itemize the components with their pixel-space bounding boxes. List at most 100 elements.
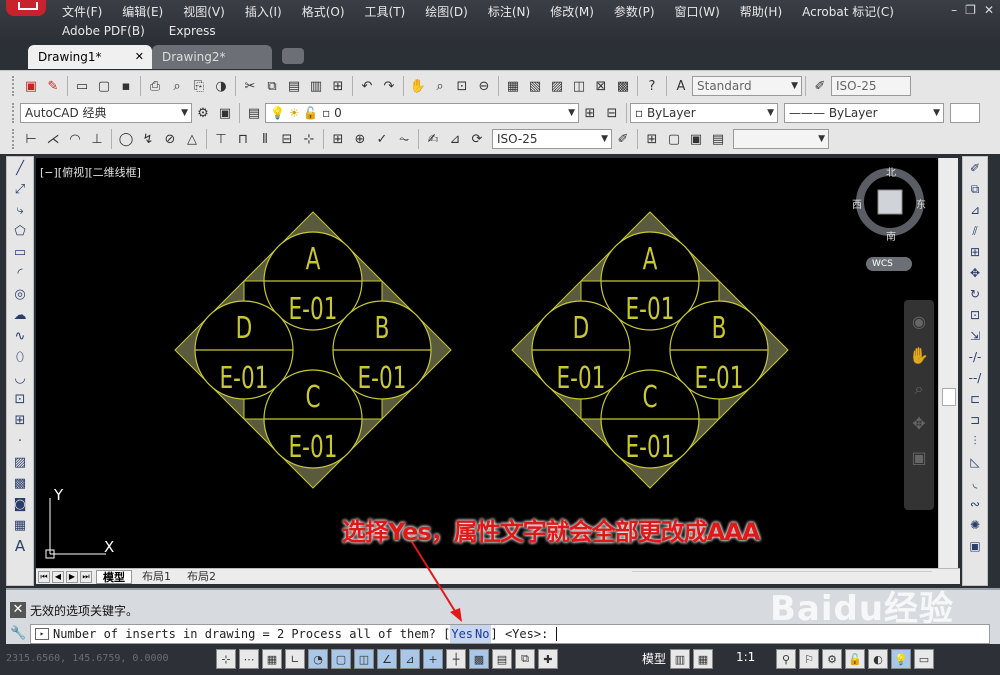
- menu-item[interactable]: 修改(M): [550, 3, 594, 20]
- arc-length-icon[interactable]: ◠: [66, 130, 84, 148]
- match-properties-icon[interactable]: ▥: [307, 77, 325, 95]
- snap-mode-icon[interactable]: ⋯: [239, 649, 259, 669]
- text-style-select[interactable]: Standard ▼: [692, 76, 802, 96]
- infer-constraints-icon[interactable]: ⊹: [216, 649, 236, 669]
- viewcube[interactable]: 北 南 东 西: [850, 162, 930, 243]
- attribute-tag-a[interactable]: A: [643, 243, 658, 277]
- layer-previous-icon[interactable]: ⊟: [603, 104, 621, 122]
- showmotion-icon[interactable]: ▣: [906, 444, 932, 470]
- copy-object-icon[interactable]: ⧉: [964, 179, 986, 199]
- menu-item[interactable]: 视图(V): [183, 3, 225, 20]
- tab-drawing1[interactable]: Drawing1* ✕: [28, 45, 152, 69]
- continue-icon[interactable]: ⫴: [256, 130, 274, 148]
- lineweight-icon[interactable]: ┼: [446, 649, 466, 669]
- rotate-icon[interactable]: ↻: [964, 284, 986, 304]
- toolbar-grip[interactable]: [12, 103, 16, 123]
- view-icon[interactable]: ▤: [709, 130, 727, 148]
- menu-item[interactable]: 插入(I): [245, 3, 282, 20]
- array-icon[interactable]: ⊞: [964, 242, 986, 262]
- dim-edit-icon[interactable]: ✍: [424, 130, 442, 148]
- layout-tab-1[interactable]: 布局1: [136, 570, 177, 584]
- break-icon[interactable]: ⊐: [964, 410, 986, 430]
- menu-item[interactable]: 参数(P): [614, 3, 655, 20]
- menu-item[interactable]: 工具(T): [365, 3, 406, 20]
- layer-select[interactable]: 💡 ☀ 🔓 ▫ 0 ▼: [265, 103, 579, 123]
- blend-icon[interactable]: ∾: [964, 494, 986, 514]
- dim-text-edit-icon[interactable]: ⊿: [446, 130, 464, 148]
- attribute-value[interactable]: E-01: [289, 293, 338, 327]
- close-icon[interactable]: ✕: [10, 602, 26, 618]
- attribute-value[interactable]: E-01: [626, 431, 675, 465]
- pdf-icon[interactable]: ▣: [22, 77, 40, 95]
- wcs-menu-button[interactable]: WCS: [866, 257, 912, 271]
- dim-style-select[interactable]: ISO-25: [831, 76, 911, 96]
- ellipse-arc-icon[interactable]: ◡: [8, 368, 32, 388]
- option-no[interactable]: No: [474, 625, 491, 643]
- option-yes[interactable]: Yes: [450, 625, 475, 643]
- hatch-icon[interactable]: ▨: [8, 452, 32, 472]
- tab-drawing2[interactable]: Drawing2*: [152, 45, 272, 69]
- 3d-dwf-icon[interactable]: ◑: [212, 77, 230, 95]
- save-icon[interactable]: ▪: [117, 77, 135, 95]
- annotation-monitor-icon[interactable]: ✚: [538, 649, 558, 669]
- first-layout-icon[interactable]: ⏮: [38, 570, 50, 583]
- dim-space-icon[interactable]: ⊟: [278, 130, 296, 148]
- workspace-settings-icon[interactable]: ⚙: [194, 104, 212, 122]
- dim-style-manager-icon[interactable]: ✐: [614, 130, 632, 148]
- ortho-mode-icon[interactable]: ∟: [285, 649, 305, 669]
- dim-update-icon[interactable]: ⟳: [468, 130, 486, 148]
- pan-icon[interactable]: ✋: [409, 77, 427, 95]
- wrench-icon[interactable]: 🔧: [10, 626, 26, 641]
- radius-icon[interactable]: ◯: [117, 130, 135, 148]
- zoom-window-icon[interactable]: ⊡: [453, 77, 471, 95]
- menu-item[interactable]: Acrobat 标记(C): [802, 3, 894, 20]
- menu-item[interactable]: 编辑(E): [122, 3, 163, 20]
- help-icon[interactable]: ?: [643, 77, 661, 95]
- restore-icon[interactable]: ❐: [965, 3, 976, 17]
- region-icon[interactable]: ◙: [8, 494, 32, 514]
- paste-icon[interactable]: ▤: [285, 77, 303, 95]
- object-snap-tracking-icon[interactable]: ∠: [377, 649, 397, 669]
- ordinate-icon[interactable]: ⊥: [88, 130, 106, 148]
- extend-icon[interactable]: --/: [964, 368, 986, 388]
- arc-icon[interactable]: ◜: [8, 263, 32, 283]
- polygon-icon[interactable]: ⬠: [8, 221, 32, 241]
- pan-icon[interactable]: ✋: [906, 342, 932, 368]
- attribute-value[interactable]: E-01: [626, 293, 675, 327]
- stretch-icon[interactable]: ⇲: [964, 326, 986, 346]
- close-icon[interactable]: ✕: [984, 3, 994, 17]
- attribute-tag-d[interactable]: D: [573, 312, 590, 346]
- toolbar-grip[interactable]: [12, 129, 16, 149]
- workspace-icon[interactable]: ▣: [216, 104, 234, 122]
- dynamic-ucs-icon[interactable]: ⊿: [400, 649, 420, 669]
- attribute-tag-b[interactable]: B: [712, 312, 727, 346]
- attribute-tag-a[interactable]: A: [306, 243, 321, 277]
- quick-view-drawings-icon[interactable]: ▦: [693, 649, 713, 669]
- angular-icon[interactable]: △: [183, 130, 201, 148]
- zoom-previous-icon[interactable]: ⊖: [475, 77, 493, 95]
- toolbar-grip[interactable]: [12, 76, 16, 96]
- mtext-icon[interactable]: A: [8, 536, 32, 556]
- attribute-value[interactable]: E-01: [220, 362, 269, 396]
- menu-item[interactable]: 标注(N): [488, 3, 530, 20]
- circle-icon[interactable]: ◎: [8, 284, 32, 304]
- offset-icon[interactable]: ⫽: [964, 221, 986, 241]
- copy-icon[interactable]: ⧉: [263, 77, 281, 95]
- quick-view-layouts-icon[interactable]: ▥: [670, 649, 690, 669]
- menu-item[interactable]: 文件(F): [62, 3, 102, 20]
- polyline-icon[interactable]: ⤷: [8, 200, 32, 220]
- linetype-select[interactable]: ——— ByLayer ▼: [784, 103, 944, 123]
- spline-icon[interactable]: ∿: [8, 326, 32, 346]
- view-select[interactable]: ▼: [733, 129, 829, 149]
- attribute-tag-d[interactable]: D: [236, 312, 253, 346]
- new-tab-button[interactable]: [282, 48, 304, 64]
- fillet-icon[interactable]: ◟: [964, 473, 986, 493]
- layer-properties-icon[interactable]: ▤: [245, 104, 263, 122]
- open-file-icon[interactable]: ▢: [95, 77, 113, 95]
- menu-item[interactable]: 绘图(D): [425, 3, 468, 20]
- last-layout-icon[interactable]: ⏭: [80, 570, 92, 583]
- gradient-icon[interactable]: ▩: [8, 473, 32, 493]
- selection-cycling-icon[interactable]: ⧉: [515, 649, 535, 669]
- jogged-icon[interactable]: ↯: [139, 130, 157, 148]
- rectangle-icon[interactable]: ▢: [665, 130, 683, 148]
